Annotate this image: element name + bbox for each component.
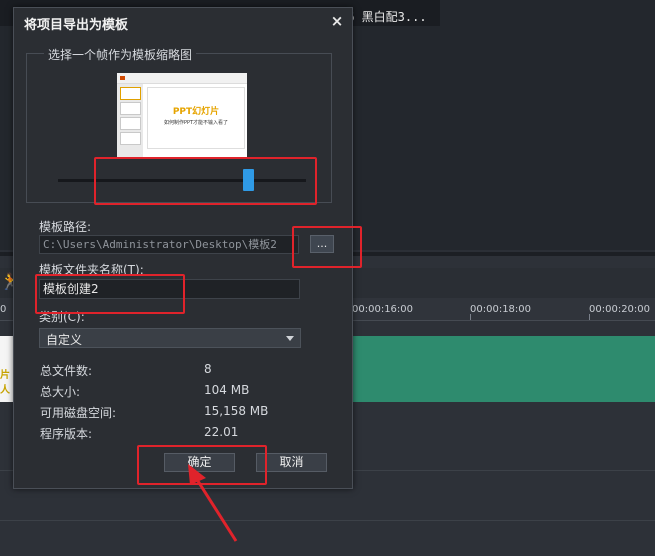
category-select[interactable]: 自定义: [39, 328, 301, 348]
preview-slide-thumb: [120, 132, 141, 145]
total-files-value: 8: [204, 362, 212, 376]
ruler-tickmark: [470, 314, 471, 320]
ruler-tick-label: 00:00:16:00: [352, 304, 414, 315]
browse-button[interactable]: ...: [310, 235, 334, 253]
total-size-value: 104 MB: [204, 383, 250, 397]
ok-button[interactable]: 确定: [164, 453, 235, 472]
folder-name-label: 模板文件夹名称(T):: [39, 263, 144, 277]
folder-name-input[interactable]: 模板创建2: [39, 279, 300, 299]
template-path-label: 模板路径:: [39, 220, 92, 234]
close-icon[interactable]: ×: [328, 12, 346, 30]
ruler-tick-label: 0: [0, 304, 7, 315]
timeline-clip-thumbnail[interactable]: 片 人: [0, 336, 14, 402]
track-divider: [0, 520, 655, 521]
ppt-app-icon: [120, 76, 125, 80]
timeline-track-clip[interactable]: [352, 336, 655, 402]
total-size-label: 总大小:: [40, 385, 81, 399]
free-disk-label: 可用磁盘空间:: [40, 406, 117, 420]
preview-ppt-toolbar: [117, 73, 247, 84]
preview-slide-thumb: [120, 117, 141, 130]
chevron-down-icon: [286, 336, 294, 341]
frame-slider-thumb[interactable]: [242, 169, 254, 191]
template-path-field[interactable]: C:\Users\Administrator\Desktop\模板2: [39, 235, 299, 254]
clip-thumbnail-text: 片 人: [0, 370, 10, 396]
preview-slide-canvas: PPT幻灯片 如何制作PPT才能不输入看了: [147, 87, 245, 149]
preview-slide-title: PPT幻灯片: [172, 107, 220, 117]
category-selected-value: 自定义: [46, 333, 83, 347]
template-thumbnail-preview: PPT幻灯片 如何制作PPT才能不输入看了: [117, 73, 247, 157]
preview-slide-thumb: [120, 102, 141, 115]
program-version-label: 程序版本:: [40, 427, 93, 441]
free-disk-value: 15,158 MB: [204, 404, 269, 418]
thumbnail-group-label: 选择一个帧作为模板缩略图: [44, 46, 197, 63]
dialog-title: 将项目导出为模板: [24, 18, 129, 33]
preview-slide-thumb: [120, 87, 141, 100]
frame-slider-track[interactable]: [58, 179, 306, 182]
program-version-value: 22.01: [204, 425, 239, 439]
preview-slide-subtitle: 如何制作PPT才能不输入看了: [163, 120, 229, 126]
total-files-label: 总文件数:: [40, 364, 93, 378]
export-template-dialog: 将项目导出为模板 × 选择一个帧作为模板缩略图 PPT幻灯片 如何制作PPT才能…: [13, 7, 353, 489]
ruler-tick-label: 00:00:20:00: [589, 304, 651, 315]
ruler-tickmark: [589, 314, 590, 320]
ruler-tick-label: 00:00:18:00: [470, 304, 532, 315]
cancel-button[interactable]: 取消: [256, 453, 327, 472]
preview-slide-sidebar: [117, 84, 143, 157]
category-label: 类别(C):: [39, 310, 85, 324]
